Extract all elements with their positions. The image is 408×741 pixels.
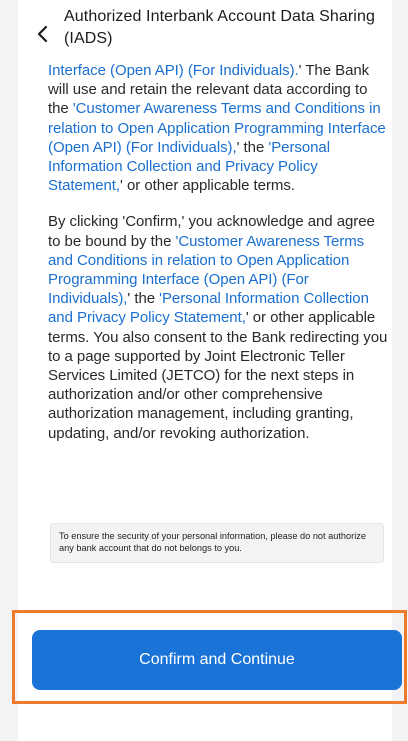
header: Authorized Interbank Account Data Sharin…: [34, 6, 375, 62]
chevron-left-icon[interactable]: [34, 24, 52, 44]
customer-awareness-terms-link[interactable]: 'Customer Awareness Terms and Conditions…: [48, 100, 386, 155]
terms-text: ' the: [127, 290, 160, 308]
terms-paragraph-2: By clicking 'Confirm,' you acknowledge a…: [48, 212, 388, 442]
confirm-and-continue-button[interactable]: Confirm and Continue: [32, 630, 402, 690]
terms-content: Interface (Open API) (For Individuals). '…: [48, 61, 388, 443]
screen: Authorized Interbank Account Data Sharin…: [0, 0, 408, 741]
terms-text: ' or other applicable terms.: [120, 177, 295, 195]
open-api-link[interactable]: Interface (Open API) (For Individuals).: [48, 62, 299, 79]
page-title: Authorized Interbank Account Data Sharin…: [64, 8, 375, 47]
terms-text: ' the: [236, 138, 269, 156]
terms-paragraph-1: Interface (Open API) (For Individuals). '…: [48, 61, 388, 195]
security-notice: To ensure the security of your personal …: [50, 523, 384, 563]
terms-text: ' or other applicable terms. You also co…: [48, 309, 388, 442]
